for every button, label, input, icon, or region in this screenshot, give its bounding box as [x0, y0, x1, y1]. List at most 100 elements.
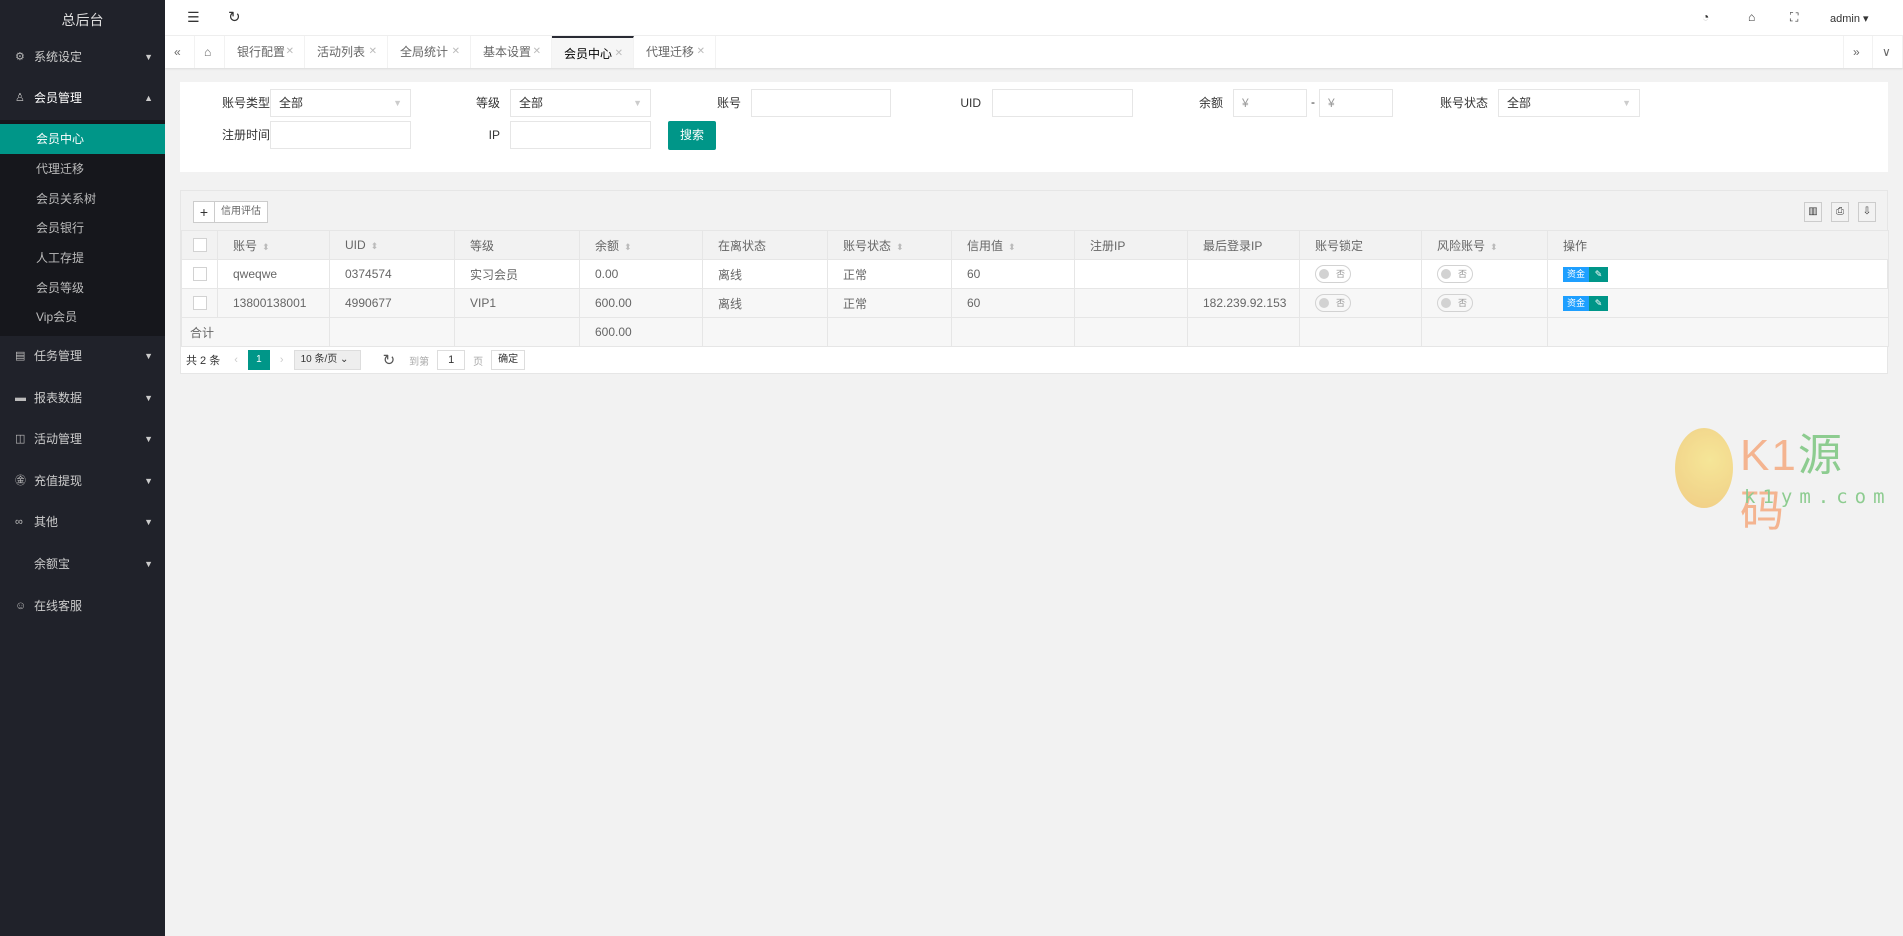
- reg-time-input[interactable]: [270, 121, 411, 149]
- sidebar-item-other[interactable]: ∞ 其他 ▼: [0, 502, 165, 543]
- lock-toggle[interactable]: 否: [1315, 294, 1351, 312]
- columns-filter-icon[interactable]: ▥: [1804, 202, 1822, 222]
- export-icon[interactable]: ⇩: [1858, 202, 1876, 222]
- sidebar-item-tasks[interactable]: ▤ 任务管理 ▼: [0, 336, 165, 377]
- close-icon[interactable]: ✕: [369, 36, 377, 68]
- theme-icon[interactable]: ◔: [1702, 10, 1709, 24]
- refresh-icon[interactable]: ↻: [228, 8, 241, 26]
- print-icon[interactable]: ⎙: [1831, 202, 1849, 222]
- col-credit[interactable]: 信用值 ⬍: [951, 230, 1075, 260]
- submenu-vip[interactable]: Vip会员: [0, 302, 165, 332]
- close-icon[interactable]: ✕: [286, 36, 294, 68]
- caret-down-icon: ▼: [144, 434, 153, 444]
- tab-global-stats[interactable]: 全局统计 ✕: [388, 36, 471, 68]
- risk-toggle[interactable]: 否: [1437, 265, 1473, 283]
- tab-member-center[interactable]: 会员中心 ✕: [552, 36, 634, 68]
- row-checkbox[interactable]: [193, 267, 207, 282]
- col-actions: 操作: [1547, 230, 1889, 260]
- uid-input[interactable]: [992, 89, 1133, 117]
- page-1-button[interactable]: 1: [247, 350, 270, 370]
- search-button[interactable]: 搜索: [668, 121, 716, 150]
- sort-icon[interactable]: ⬍: [896, 242, 904, 252]
- tab-agent-migrate[interactable]: 代理迁移 ✕: [634, 36, 716, 68]
- account-type-select[interactable]: 全部: [270, 89, 411, 117]
- per-page-select[interactable]: 10 条/页 ⌄: [293, 350, 361, 370]
- col-balance[interactable]: 余额 ⬍: [579, 230, 703, 260]
- tab-basic-settings[interactable]: 基本设置 ✕: [471, 36, 552, 68]
- balance-min-input[interactable]: ¥: [1233, 89, 1307, 117]
- credit-eval-button[interactable]: 信用评估: [215, 202, 267, 222]
- close-icon[interactable]: ✕: [452, 36, 460, 68]
- book-icon: ◫: [15, 433, 26, 445]
- sidebar-item-members[interactable]: ♙ 会员管理 ▲: [0, 78, 165, 119]
- goto-confirm-button[interactable]: 确定: [491, 350, 526, 370]
- close-icon[interactable]: ✕: [533, 36, 541, 68]
- sort-icon[interactable]: ⬍: [1490, 242, 1498, 252]
- row-checkbox[interactable]: [193, 296, 207, 311]
- col-uid[interactable]: UID ⬍: [329, 230, 455, 260]
- sidebar-item-label: 会员管理: [34, 91, 83, 105]
- submenu-agent-migrate[interactable]: 代理迁移: [0, 154, 165, 184]
- monitor-icon: ▬: [15, 392, 26, 404]
- col-status[interactable]: 账号状态 ⬍: [827, 230, 952, 260]
- select-all-checkbox[interactable]: [193, 238, 207, 253]
- watermark-brand: K1源码: [1740, 431, 1844, 536]
- balance-max-input[interactable]: ¥: [1319, 89, 1393, 117]
- sort-icon[interactable]: ⬍: [371, 241, 379, 251]
- fullscreen-icon[interactable]: ⛶: [1790, 10, 1798, 25]
- selected-value: 10 条/页: [300, 354, 338, 365]
- sidebar-item-service[interactable]: ☺ 在线客服: [0, 586, 165, 627]
- submenu-relation-tree[interactable]: 会员关系树: [0, 184, 165, 214]
- risk-toggle[interactable]: 否: [1437, 294, 1473, 312]
- col-online: 在离状态: [702, 230, 828, 260]
- tab-bank-config[interactable]: 银行配置 ✕: [225, 36, 305, 68]
- edit-icon[interactable]: ✎: [1589, 266, 1609, 282]
- goto-page-input[interactable]: 1: [437, 350, 466, 370]
- submenu-member-center[interactable]: 会员中心: [0, 124, 165, 154]
- lock-toggle[interactable]: 否: [1315, 265, 1351, 283]
- submenu-manual-deposit[interactable]: 人工存提: [0, 243, 165, 273]
- menu-toggle-icon[interactable]: ☰: [187, 9, 200, 26]
- uid-label: UID: [960, 96, 981, 110]
- next-page-icon[interactable]: ›: [280, 354, 284, 366]
- user-menu[interactable]: admin ▾: [1830, 12, 1869, 25]
- sidebar-item-recharge[interactable]: ㊎充值提现 ▼: [0, 461, 165, 502]
- col-account[interactable]: 账号 ⬍: [217, 230, 330, 260]
- sidebar-item-system[interactable]: ⚙ 系统设定 ▼: [0, 37, 165, 78]
- ip-input[interactable]: [510, 121, 651, 149]
- caret-down-icon: ▼: [144, 393, 153, 403]
- sidebar-item-activities[interactable]: ◫ 活动管理 ▼: [0, 419, 165, 460]
- link-icon: ∞: [15, 516, 23, 528]
- tabs-dropdown-icon[interactable]: ∨: [1873, 36, 1903, 68]
- tabs-scroll-left-icon[interactable]: «: [165, 36, 195, 68]
- home-icon[interactable]: ⌂: [195, 36, 225, 68]
- header-label: 风险账号: [1437, 238, 1486, 253]
- sort-icon[interactable]: ⬍: [1008, 242, 1016, 252]
- tab-activity-list[interactable]: 活动列表 ✕: [305, 36, 388, 68]
- add-button[interactable]: +: [194, 202, 215, 222]
- account-input[interactable]: [751, 89, 891, 117]
- sort-icon[interactable]: ⬍: [262, 242, 270, 252]
- sidebar-item-reports[interactable]: ▬ 报表数据 ▼: [0, 378, 165, 419]
- reg-time-label: 注册时间: [221, 128, 270, 142]
- sort-icon[interactable]: ⬍: [624, 242, 632, 252]
- selected-value: 全部: [1507, 96, 1532, 110]
- level-select[interactable]: 全部: [510, 89, 651, 117]
- col-risk[interactable]: 风险账号 ⬍: [1421, 230, 1548, 260]
- refresh-page-icon[interactable]: ↻: [383, 351, 396, 369]
- tag-icon[interactable]: ⌂: [1748, 10, 1755, 24]
- total-label: 合计: [181, 317, 330, 347]
- fund-button[interactable]: 资金: [1563, 295, 1590, 311]
- tab-bar: « ⌂ 银行配置 ✕ 活动列表 ✕ 全局统计 ✕ 基本设置 ✕ 会员中心 ✕ 代理迁移 ✕ …: [165, 36, 1903, 68]
- prev-page-icon[interactable]: ‹: [234, 354, 238, 366]
- level-label: 等级: [475, 96, 500, 110]
- submenu-member-level[interactable]: 会员等级: [0, 273, 165, 303]
- sidebar-item-yuebao[interactable]: 余额宝 ▼: [0, 544, 165, 585]
- edit-icon[interactable]: ✎: [1589, 295, 1609, 311]
- status-select[interactable]: 全部: [1498, 89, 1640, 117]
- tabs-scroll-right-icon[interactable]: »: [1843, 36, 1873, 68]
- submenu-member-bank[interactable]: 会员银行: [0, 213, 165, 243]
- fund-button[interactable]: 资金: [1563, 266, 1590, 282]
- close-icon[interactable]: ✕: [697, 36, 705, 68]
- close-icon[interactable]: ✕: [615, 38, 623, 70]
